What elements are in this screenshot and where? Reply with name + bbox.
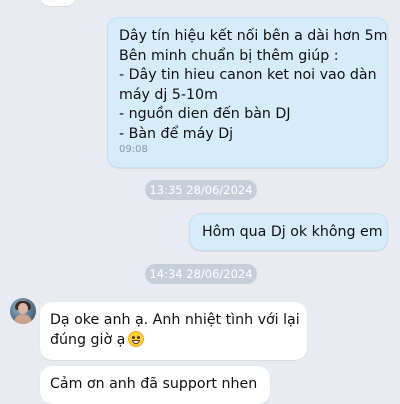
message-line: Dạ oke anh ạ. Anh nhiệt tình với lại — [50, 312, 300, 328]
message-text: Hôm qua Dj ok không em — [202, 224, 383, 240]
message-bubble-partial[interactable] — [40, 0, 76, 6]
message-bubble-incoming[interactable]: Dạ oke anh ạ. Anh nhiệt tình với lại đún… — [40, 302, 307, 360]
message-line: máy dj 5-10m — [119, 86, 218, 103]
avatar-body — [14, 314, 32, 324]
date-separator: 14:34 28/06/2024 — [145, 264, 257, 284]
message-line: đúng giờ ạ — [50, 331, 126, 348]
message-line: Dây tín hiệu kết nối bên a dài hơn 5m — [119, 28, 388, 44]
avatar-face — [18, 303, 28, 314]
message-bubble-outgoing[interactable]: Dây tín hiệu kết nối bên a dài hơn 5m Bê… — [107, 17, 388, 168]
message-bubble-outgoing[interactable]: Hôm qua Dj ok không em — [189, 213, 388, 251]
message-line: Bên minh chuẩn bị thêm giúp : — [119, 47, 339, 64]
message-bubble-incoming[interactable]: Cảm ơn anh đã support nhen — [40, 366, 270, 404]
message-line-with-emoji: đúng giờ ạ — [50, 330, 307, 351]
grinning-face-emoji-icon — [128, 330, 145, 347]
date-separator: 13:35 28/06/2024 — [145, 180, 257, 200]
message-text: Cảm ơn anh đã support nhen — [50, 376, 258, 392]
message-line: - nguồn dien đến bàn DJ — [119, 106, 291, 122]
message-line: - Bàn để máy Dj — [119, 125, 234, 142]
message-timestamp: 09:08 — [119, 143, 148, 155]
message-line: - Dây tin hieu canon ket noi vao dàn — [119, 67, 377, 83]
sender-avatar[interactable] — [10, 298, 36, 324]
